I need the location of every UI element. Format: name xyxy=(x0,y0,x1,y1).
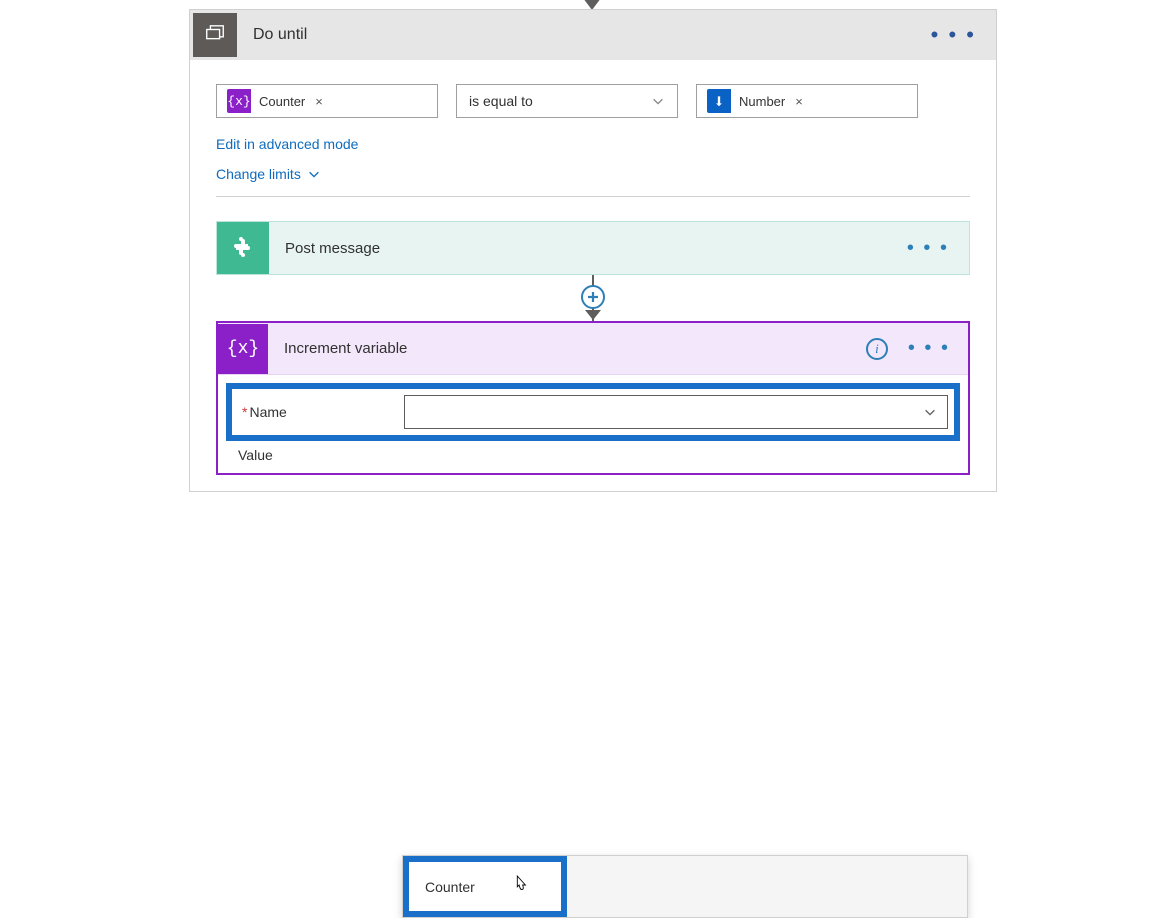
chevron-down-icon xyxy=(307,167,321,181)
do-until-more-button[interactable]: • • • xyxy=(923,20,984,50)
condition-left-input[interactable]: {x} Counter × xyxy=(216,84,438,118)
info-icon[interactable]: i xyxy=(866,338,888,360)
token-counter: {x} Counter × xyxy=(227,89,331,113)
arrow-down-icon xyxy=(585,307,601,323)
variable-icon: {x} xyxy=(218,324,268,374)
token-remove-button[interactable]: × xyxy=(313,94,331,109)
variable-icon: {x} xyxy=(227,89,251,113)
slack-icon xyxy=(217,222,269,274)
do-until-icon xyxy=(193,13,237,57)
add-action-button[interactable] xyxy=(581,285,605,309)
operator-label: is equal to xyxy=(469,93,533,109)
connector xyxy=(216,275,970,321)
required-mark: * xyxy=(242,404,247,420)
value-field-label: Value xyxy=(226,441,960,463)
divider xyxy=(216,196,970,197)
post-message-title: Post message xyxy=(285,240,899,257)
chevron-down-icon xyxy=(651,94,665,108)
chevron-down-icon xyxy=(923,405,937,419)
name-dropdown-panel: Counter xyxy=(402,855,968,918)
do-until-card: Do until • • • {x} Counter × is equal to xyxy=(189,9,997,492)
token-label: Counter xyxy=(251,94,313,109)
increment-title: Increment variable xyxy=(284,340,866,357)
change-limits-label: Change limits xyxy=(216,166,301,182)
do-until-header[interactable]: Do until • • • xyxy=(190,10,996,60)
change-limits-link[interactable]: Change limits xyxy=(216,166,321,182)
name-field-label: *Name xyxy=(238,404,404,420)
edit-advanced-mode-link[interactable]: Edit in advanced mode xyxy=(216,136,358,152)
dropdown-item-counter[interactable]: Counter xyxy=(409,862,561,911)
increment-more-button[interactable]: • • • xyxy=(900,335,958,362)
dropdown-item-label: Counter xyxy=(425,879,475,895)
cursor-pointer-icon xyxy=(511,874,529,899)
token-number: Number × xyxy=(707,89,811,113)
condition-row: {x} Counter × is equal to Number xyxy=(216,84,970,118)
condition-right-input[interactable]: Number × xyxy=(696,84,918,118)
token-label: Number xyxy=(731,94,793,109)
token-remove-button[interactable]: × xyxy=(793,94,811,109)
condition-operator-select[interactable]: is equal to xyxy=(456,84,678,118)
post-message-more-button[interactable]: • • • xyxy=(899,235,957,262)
name-field-row: *Name xyxy=(226,383,960,441)
number-input-icon xyxy=(707,89,731,113)
post-message-card[interactable]: Post message • • • xyxy=(216,221,970,275)
increment-variable-card: {x} Increment variable i • • • *Name xyxy=(216,321,970,475)
increment-variable-header[interactable]: {x} Increment variable i • • • xyxy=(218,323,968,375)
do-until-title: Do until xyxy=(253,26,923,44)
name-field-select[interactable] xyxy=(404,395,948,429)
